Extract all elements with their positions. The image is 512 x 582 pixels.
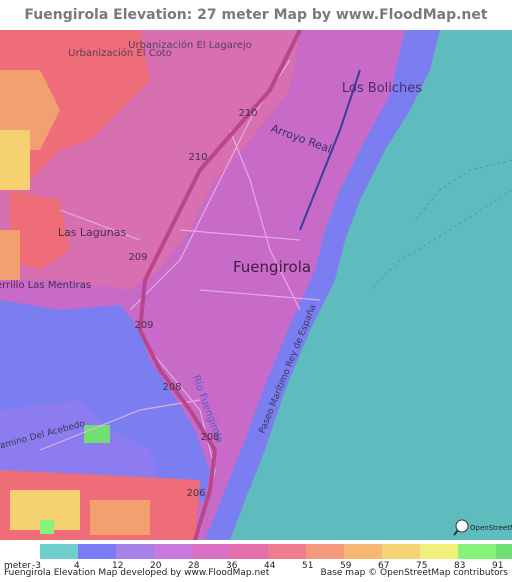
legend-swatch <box>192 544 230 559</box>
road-label-208a: 208 <box>162 382 181 393</box>
legend-swatch <box>230 544 268 559</box>
legend-swatch <box>268 544 306 559</box>
legend-swatch <box>306 544 344 559</box>
place-label-el-lagarejo: Urbanización El Lagarejo <box>128 39 252 51</box>
legend-swatch <box>344 544 382 559</box>
legend-swatch <box>382 544 420 559</box>
elevation-map[interactable]: Urbanización El Coto Urbanización El Lag… <box>0 30 512 540</box>
footer: Fuengirola Elevation Map developed by ww… <box>0 568 512 582</box>
place-label-fuengirola: Fuengirola <box>233 258 311 276</box>
page-title: Fuengirola Elevation: 27 meter Map by ww… <box>24 7 488 53</box>
road-label-206: 206 <box>186 488 205 499</box>
road-label-210a: 210 <box>238 108 257 119</box>
legend-color-scale <box>40 544 512 559</box>
road-label-208b: 208 <box>200 432 219 443</box>
footer-credit-floodmap: Fuengirola Elevation Map developed by ww… <box>4 568 270 578</box>
place-label-los-boliches: Los Boliches <box>342 81 422 96</box>
legend-swatch <box>116 544 154 559</box>
road-label-209a: 209 <box>128 252 147 263</box>
legend-swatch <box>458 544 496 559</box>
place-label-cerrillo: Cerrillo Las Mentiras <box>0 280 91 291</box>
legend-swatch <box>40 544 78 559</box>
legend-swatch <box>154 544 192 559</box>
svg-text:OpenStreetMap: OpenStreetMap <box>470 524 512 532</box>
road-label-209b: 209 <box>134 320 153 331</box>
legend-swatch <box>496 544 512 559</box>
road-label-210b: 210 <box>188 152 207 163</box>
place-label-las-lagunas: Las Lagunas <box>58 226 127 239</box>
legend-swatch <box>78 544 116 559</box>
footer-credit-osm: Base map © OpenStreetMap contributors <box>320 568 508 578</box>
legend-swatch <box>420 544 458 559</box>
